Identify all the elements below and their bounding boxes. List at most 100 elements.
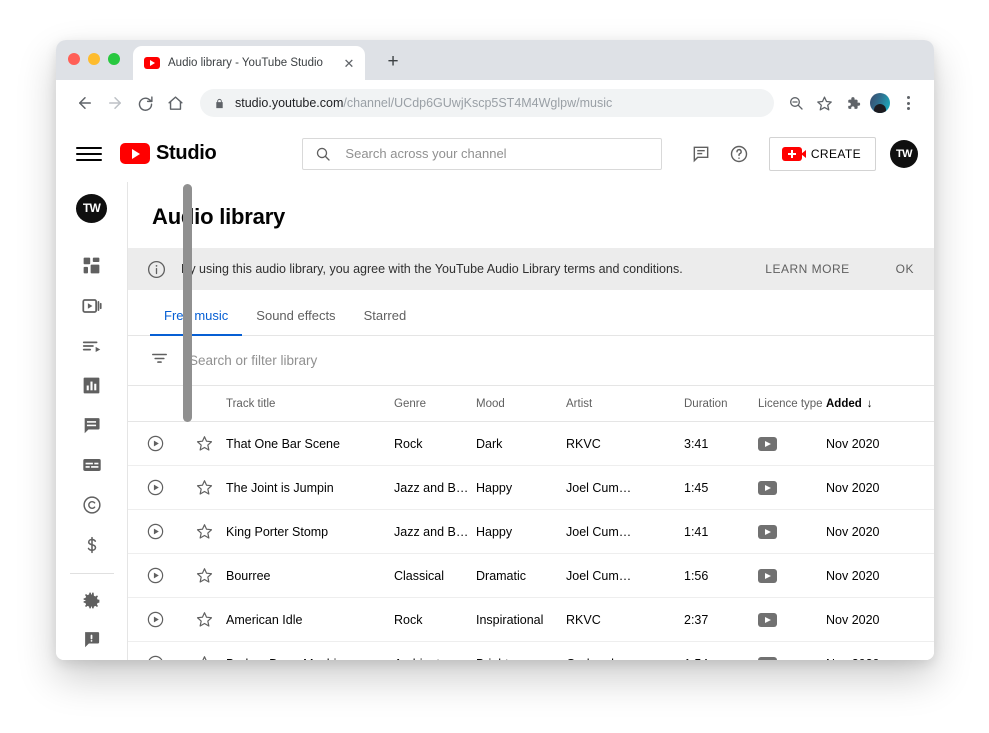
sidebar-item-subtitles[interactable] bbox=[56, 445, 128, 485]
sidebar-channel-avatar[interactable]: TW bbox=[76, 194, 107, 223]
youtube-licence-icon bbox=[758, 524, 777, 539]
hamburger-menu-icon[interactable] bbox=[76, 141, 102, 167]
cell-mood: Happy bbox=[476, 480, 513, 495]
cell-mood: Bright bbox=[476, 657, 566, 661]
sidebar-item-analytics[interactable] bbox=[56, 366, 128, 406]
close-tab-icon[interactable]: ✕ bbox=[341, 55, 357, 71]
home-icon[interactable] bbox=[160, 88, 190, 118]
play-track-icon[interactable] bbox=[128, 478, 182, 497]
page-scrollbar-track[interactable] bbox=[183, 182, 192, 660]
filter-funnel-icon[interactable] bbox=[150, 349, 169, 373]
youtube-licence-icon bbox=[758, 480, 777, 495]
cell-licence-type bbox=[758, 524, 826, 539]
reload-icon[interactable] bbox=[130, 88, 160, 118]
cell-track-title: The Joint is Jumpin bbox=[226, 480, 334, 495]
playlists-icon bbox=[82, 341, 100, 352]
cell-genre: Jazz and B… bbox=[394, 524, 469, 539]
sidebar-item-playlists[interactable] bbox=[56, 326, 128, 366]
browser-toolbar: studio.youtube.com/channel/UCdp6GUwjKscp… bbox=[56, 80, 934, 126]
cell-artist: Joel Cum… bbox=[566, 568, 632, 583]
table-row[interactable]: King Porter Stomp Jazz and B… Happy Joel Cu… bbox=[128, 510, 934, 554]
table-row[interactable]: American Idle Rock Inspirational RKVC 2:37 No… bbox=[128, 598, 934, 642]
table-row[interactable]: The Joint is Jumpin Jazz and B… Happy Joel … bbox=[128, 466, 934, 510]
search-zoom-icon[interactable] bbox=[782, 89, 810, 117]
tab-sound-effects[interactable]: Sound effects bbox=[242, 308, 349, 335]
youtube-licence-icon bbox=[758, 436, 777, 451]
close-window-button[interactable] bbox=[68, 53, 80, 65]
cell-licence-type bbox=[758, 612, 826, 627]
sidebar-item-comments[interactable] bbox=[56, 405, 128, 445]
lock-icon bbox=[216, 98, 223, 108]
profile-avatar-icon[interactable] bbox=[866, 89, 894, 117]
table-header-row: Track title Genre Mood Artist Duration L… bbox=[128, 386, 934, 422]
sidebar-item-monetization[interactable] bbox=[56, 525, 128, 565]
url-text: studio.youtube.com/channel/UCdp6GUwjKscp… bbox=[235, 96, 612, 110]
tab-starred[interactable]: Starred bbox=[350, 308, 421, 335]
cell-added: Nov 2020 bbox=[826, 568, 880, 583]
back-arrow-icon[interactable] bbox=[70, 88, 100, 118]
comments-icon bbox=[84, 417, 100, 434]
sidebar-item-settings[interactable] bbox=[56, 580, 128, 620]
play-track-icon[interactable] bbox=[128, 610, 182, 629]
search-input[interactable]: Search across your channel bbox=[302, 137, 663, 170]
three-dot-menu-icon[interactable] bbox=[894, 89, 922, 117]
play-track-icon[interactable] bbox=[128, 434, 182, 453]
create-button[interactable]: CREATE bbox=[768, 136, 876, 171]
play-track-icon[interactable] bbox=[128, 566, 182, 585]
column-header-genre[interactable]: Genre bbox=[394, 398, 476, 410]
play-track-icon[interactable] bbox=[128, 522, 182, 541]
account-avatar[interactable]: TW bbox=[890, 139, 918, 168]
cell-genre: Jazz and B… bbox=[394, 480, 469, 495]
sidebar-item-content[interactable] bbox=[56, 286, 128, 326]
window-traffic-lights bbox=[68, 53, 120, 65]
column-header-mood[interactable]: Mood bbox=[476, 398, 566, 410]
sidebar-item-copyright[interactable] bbox=[56, 485, 128, 525]
column-header-added[interactable]: Added ↓ bbox=[826, 398, 906, 410]
cell-duration: 1:56 bbox=[684, 568, 709, 583]
address-bar[interactable]: studio.youtube.com/channel/UCdp6GUwjKscp… bbox=[200, 89, 774, 117]
forward-arrow-icon[interactable] bbox=[100, 88, 130, 118]
dollar-monetization-icon bbox=[87, 537, 96, 554]
youtube-logo-icon bbox=[120, 143, 150, 164]
youtube-favicon-icon bbox=[144, 57, 160, 69]
video-content-icon bbox=[81, 298, 102, 313]
tab-free-music[interactable]: Free music bbox=[150, 308, 243, 336]
url-path: /channel/UCdp6GUwjKscp5ST4M4Wglpw/music bbox=[343, 96, 613, 110]
table-row[interactable]: Bourree Classical Dramatic Joel Cum… 1:56 Nov… bbox=[128, 554, 934, 598]
column-header-licence-type[interactable]: Licence type bbox=[758, 398, 826, 410]
puzzle-piece-icon[interactable] bbox=[838, 89, 866, 117]
studio-logo[interactable]: Studio bbox=[120, 142, 217, 165]
table-row[interactable]: That One Bar Scene Rock Dark RKVC 3:41 Nov 20… bbox=[128, 422, 934, 466]
studio-logo-text: Studio bbox=[156, 142, 217, 164]
play-track-icon[interactable] bbox=[128, 654, 182, 660]
info-circle-icon bbox=[146, 259, 167, 280]
table-body: That One Bar Scene Rock Dark RKVC 3:41 Nov 20… bbox=[128, 422, 934, 660]
ok-dismiss-button[interactable]: OK bbox=[896, 262, 914, 276]
sort-descending-arrow-icon: ↓ bbox=[866, 397, 873, 410]
cell-added: Nov 2020 bbox=[826, 657, 906, 661]
filter-input-placeholder: Search or filter library bbox=[189, 353, 318, 368]
cell-mood: Happy bbox=[476, 524, 513, 539]
page-scrollbar-thumb[interactable] bbox=[183, 184, 192, 422]
column-header-track-title[interactable]: Track title bbox=[226, 398, 394, 410]
column-header-added-label: Added bbox=[826, 397, 862, 410]
cell-added: Nov 2020 bbox=[826, 436, 880, 451]
filter-bar[interactable]: Search or filter library bbox=[128, 336, 934, 386]
sidebar-item-dashboard[interactable] bbox=[56, 246, 128, 286]
new-tab-button[interactable]: + bbox=[383, 52, 403, 73]
column-header-duration[interactable]: Duration bbox=[684, 398, 758, 410]
cell-mood: Dramatic bbox=[476, 568, 527, 583]
studio-masthead: Studio Search across your channel CREATE… bbox=[56, 126, 934, 182]
column-header-artist[interactable]: Artist bbox=[566, 398, 684, 410]
masthead-actions: CREATE TW bbox=[689, 136, 918, 171]
help-icon[interactable] bbox=[727, 142, 751, 166]
table-row[interactable]: Broken Drum MachineAmbientBrightGodmode1… bbox=[128, 642, 934, 660]
browser-tab[interactable]: Audio library - YouTube Studio ✕ bbox=[133, 46, 365, 80]
star-bookmark-icon[interactable] bbox=[810, 89, 838, 117]
sidebar-item-send-feedback[interactable] bbox=[56, 620, 128, 660]
side-navigation: TW bbox=[56, 182, 128, 660]
maximize-window-button[interactable] bbox=[108, 53, 120, 65]
feedback-icon[interactable] bbox=[689, 142, 713, 166]
minimize-window-button[interactable] bbox=[88, 53, 100, 65]
learn-more-button[interactable]: LEARN MORE bbox=[765, 262, 849, 276]
